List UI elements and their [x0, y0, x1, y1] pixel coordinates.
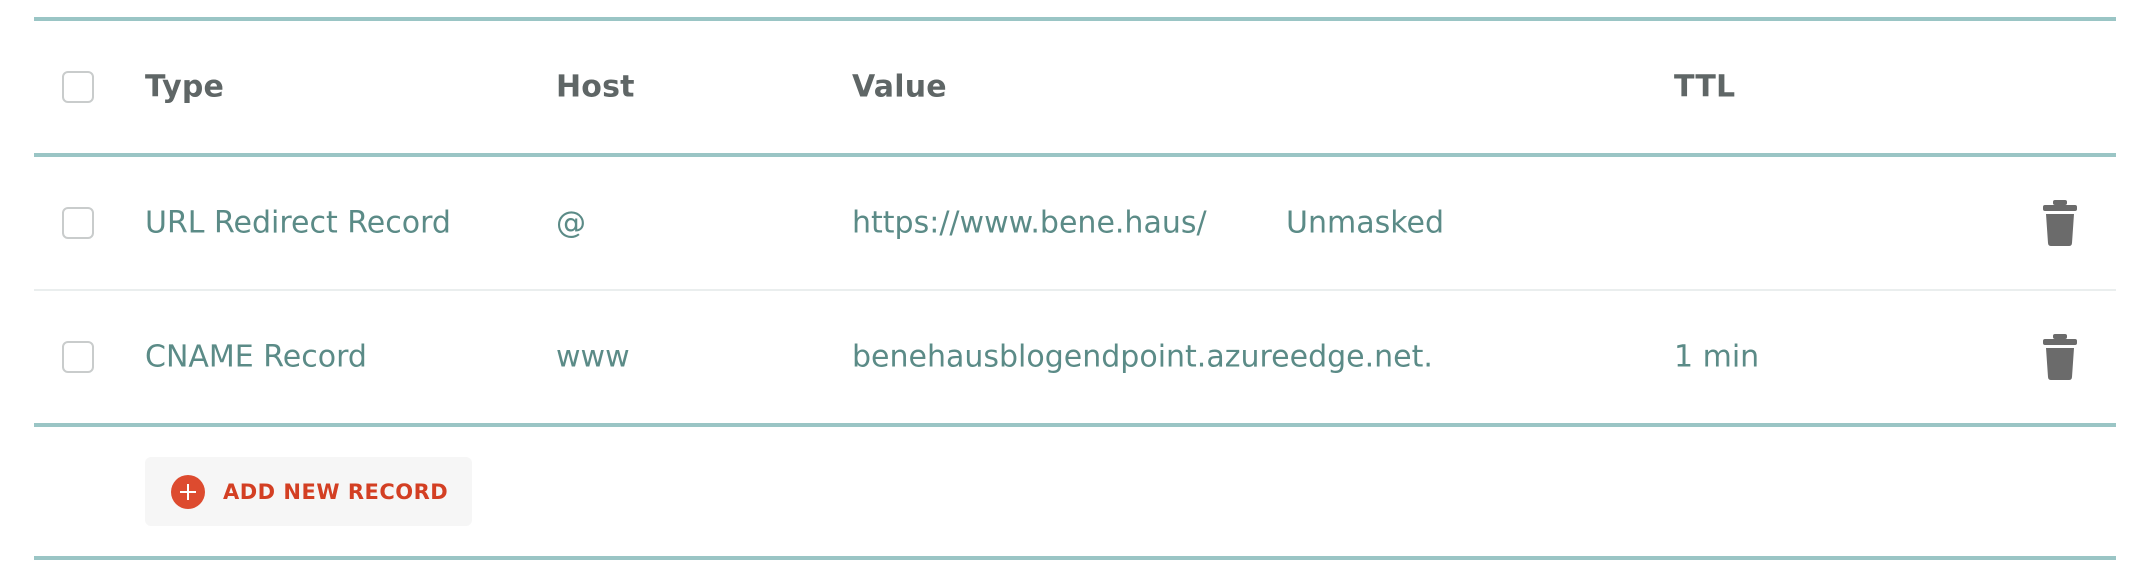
column-header-value[interactable]: Value [852, 70, 947, 105]
table-bottom-rule [34, 556, 2116, 560]
record-type[interactable]: URL Redirect Record [145, 206, 451, 241]
trash-icon [2043, 200, 2077, 246]
add-record-row: ADD NEW RECORD [34, 427, 2116, 556]
delete-record-button[interactable] [2040, 199, 2080, 247]
record-value[interactable]: https://www.bene.haus/ [852, 206, 1207, 241]
add-new-record-label: ADD NEW RECORD [223, 479, 449, 504]
column-header-type[interactable]: Type [145, 70, 224, 105]
delete-record-button[interactable] [2040, 333, 2080, 381]
add-new-record-button[interactable]: ADD NEW RECORD [145, 457, 473, 526]
plus-circle-icon [171, 474, 205, 509]
trash-icon [2043, 334, 2077, 380]
record-value[interactable]: benehausblogendpoint.azureedge.net. [852, 340, 1433, 375]
redirect-type[interactable]: Unmasked [1286, 206, 1444, 241]
record-ttl[interactable]: 1 min [1674, 340, 1759, 375]
column-header-ttl[interactable]: TTL [1674, 70, 1735, 105]
column-header-host[interactable]: Host [556, 70, 635, 105]
table-row[interactable]: URL Redirect Record @ https://www.bene.h… [34, 157, 2116, 289]
row-checkbox[interactable] [62, 207, 94, 239]
table-row[interactable]: CNAME Record www benehausblogendpoint.az… [34, 291, 2116, 423]
record-type[interactable]: CNAME Record [145, 340, 367, 375]
record-host[interactable]: www [556, 340, 630, 375]
table-header-row: Type Host Value TTL [34, 21, 2116, 153]
row-checkbox[interactable] [62, 341, 94, 373]
record-host[interactable]: @ [556, 206, 586, 241]
dns-records-table: Type Host Value TTL URL Redirect Record … [34, 17, 2116, 560]
select-all-checkbox[interactable] [62, 71, 94, 103]
